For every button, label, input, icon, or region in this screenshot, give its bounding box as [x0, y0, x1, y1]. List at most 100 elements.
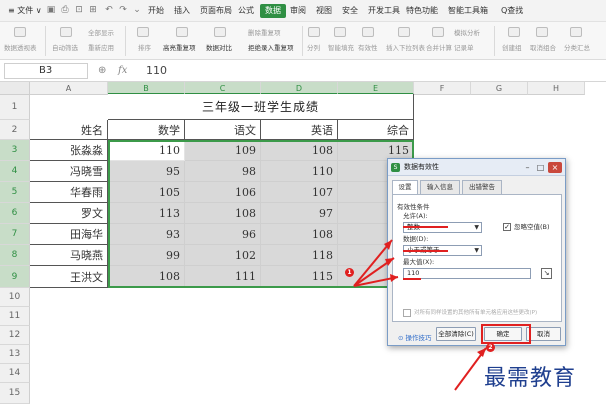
- minimize-icon[interactable]: –: [522, 162, 533, 173]
- tab-insert[interactable]: 插入: [172, 4, 192, 18]
- ok-button[interactable]: 确定: [484, 327, 522, 341]
- file-menu[interactable]: ≡ 文件 ∨: [4, 3, 46, 19]
- max-value-input[interactable]: 110: [403, 268, 531, 279]
- tab-special-features[interactable]: 特色功能: [404, 4, 440, 18]
- ribbon-reapply[interactable]: 重新应用: [88, 42, 114, 52]
- operation-tips-link[interactable]: ⊙ 操作技巧: [398, 332, 432, 342]
- ribbon-data-compare[interactable]: 数据对比: [206, 42, 232, 52]
- tab-smart-toolbox[interactable]: 智能工具箱: [446, 4, 490, 18]
- undo-icon[interactable]: ↶: [104, 5, 114, 15]
- cancel-button[interactable]: 取消: [526, 327, 561, 341]
- score-cell[interactable]: 107: [261, 182, 338, 203]
- score-cell[interactable]: 109: [185, 140, 261, 161]
- ribbon-smart-fill[interactable]: 智能填充: [328, 42, 354, 52]
- quick-access-dropdown-icon[interactable]: ⌄: [132, 5, 142, 15]
- row-header[interactable]: 3: [0, 140, 30, 161]
- ribbon-what-if[interactable]: 模拟分析: [454, 27, 480, 37]
- close-icon[interactable]: ×: [548, 162, 562, 173]
- column-header-f[interactable]: F: [414, 82, 471, 95]
- row-header[interactable]: 9: [0, 266, 30, 288]
- score-cell[interactable]: 110: [261, 161, 338, 182]
- ribbon-split-column[interactable]: 分列: [307, 42, 320, 52]
- ribbon-show-all[interactable]: 全部显示: [88, 27, 114, 37]
- tab-review[interactable]: 审阅: [288, 4, 308, 18]
- score-cell[interactable]: 108: [108, 266, 185, 288]
- student-name-cell[interactable]: 罗文: [30, 203, 108, 224]
- ribbon-subtotal[interactable]: 分类汇总: [564, 42, 590, 52]
- save-icon[interactable]: ▣: [46, 5, 56, 15]
- score-cell[interactable]: 102: [185, 245, 261, 266]
- score-cell[interactable]: 111: [185, 266, 261, 288]
- row-header[interactable]: 4: [0, 161, 30, 182]
- row-header[interactable]: 15: [0, 383, 30, 404]
- maximize-icon[interactable]: □: [535, 162, 546, 173]
- search-box[interactable]: Q查找: [501, 4, 523, 18]
- clear-all-button[interactable]: 全部清除(C): [436, 327, 476, 341]
- preview-icon[interactable]: ⊡: [74, 5, 84, 15]
- sheet-title[interactable]: 三年级一班学生成绩: [108, 94, 414, 120]
- row-header[interactable]: 12: [0, 326, 30, 345]
- score-cell[interactable]: 115: [261, 266, 338, 288]
- ignore-blank-checkbox[interactable]: ✓: [503, 223, 511, 231]
- ribbon-insert-dropdown[interactable]: 插入下拉列表: [386, 42, 425, 52]
- print-icon[interactable]: ⎙: [60, 5, 70, 15]
- ribbon-auto-filter[interactable]: 自动筛选: [52, 42, 78, 52]
- score-cell[interactable]: 108: [185, 203, 261, 224]
- tab-view[interactable]: 视图: [314, 4, 334, 18]
- ribbon-create-group[interactable]: 创建组: [502, 42, 522, 52]
- score-cell[interactable]: 97: [261, 203, 338, 224]
- select-all-corner[interactable]: [0, 82, 30, 95]
- ribbon-consolidate[interactable]: 合并计算: [426, 42, 452, 52]
- row-header[interactable]: 10: [0, 288, 30, 307]
- ribbon-highlight-duplicates[interactable]: 高亮重复项: [163, 42, 196, 52]
- student-name-cell[interactable]: 田海华: [30, 224, 108, 245]
- header-cell-english[interactable]: 英语: [261, 120, 338, 140]
- row-header[interactable]: 7: [0, 224, 30, 245]
- ribbon-sort[interactable]: 排序: [138, 42, 151, 52]
- range-picker-icon[interactable]: ↘: [541, 268, 552, 279]
- score-cell[interactable]: 118: [261, 245, 338, 266]
- score-cell[interactable]: 96: [185, 224, 261, 245]
- tab-formula[interactable]: 公式: [236, 4, 256, 18]
- row-header[interactable]: 1: [0, 95, 30, 120]
- tab-input-message[interactable]: 输入信息: [420, 180, 460, 194]
- score-cell[interactable]: 98: [185, 161, 261, 182]
- active-cell-b3[interactable]: 110: [108, 140, 185, 161]
- tab-error-alert[interactable]: 出错警告: [462, 180, 502, 194]
- student-name-cell[interactable]: 马晓燕: [30, 245, 108, 266]
- formula-input[interactable]: 110: [146, 64, 167, 78]
- score-cell[interactable]: 108: [261, 140, 338, 161]
- tab-home[interactable]: 开始: [146, 4, 166, 18]
- tab-page-layout[interactable]: 页面布局: [198, 4, 234, 18]
- zoom-icon[interactable]: ⊕: [98, 64, 106, 78]
- ribbon-remove-duplicates[interactable]: 删除重复项: [248, 27, 281, 37]
- header-cell-total[interactable]: 综合: [338, 120, 414, 140]
- score-cell[interactable]: 105: [108, 182, 185, 203]
- ribbon-ungroup[interactable]: 取消组合: [530, 42, 556, 52]
- row-header[interactable]: 11: [0, 307, 30, 326]
- name-box[interactable]: B3: [4, 63, 88, 79]
- score-cell[interactable]: 99: [108, 245, 185, 266]
- student-name-cell[interactable]: 华春雨: [30, 182, 108, 203]
- format-painter-icon[interactable]: ⊞: [88, 5, 98, 15]
- ribbon-record-form[interactable]: 记录单: [454, 42, 474, 52]
- ribbon-pivot-table[interactable]: 数据透视表: [4, 42, 37, 52]
- score-cell[interactable]: 95: [108, 161, 185, 182]
- tab-developer[interactable]: 开发工具: [366, 4, 402, 18]
- row-header[interactable]: 2: [0, 120, 30, 140]
- score-cell[interactable]: 108: [261, 224, 338, 245]
- column-header-g[interactable]: G: [471, 82, 528, 95]
- header-cell-name[interactable]: 姓名: [30, 120, 108, 140]
- row-header[interactable]: 14: [0, 364, 30, 383]
- ribbon-reject-duplicates[interactable]: 拒绝录入重复项: [248, 42, 294, 52]
- tab-settings[interactable]: 设置: [392, 180, 418, 195]
- header-cell-math[interactable]: 数学: [108, 120, 185, 140]
- header-cell-chinese[interactable]: 语文: [185, 120, 261, 140]
- redo-icon[interactable]: ↷: [118, 5, 128, 15]
- tab-data[interactable]: 数据: [260, 4, 286, 18]
- fx-icon[interactable]: fx: [118, 64, 127, 78]
- apply-all-checkbox[interactable]: [403, 309, 411, 317]
- score-cell[interactable]: 106: [185, 182, 261, 203]
- row-header[interactable]: 13: [0, 345, 30, 364]
- column-header-a[interactable]: A: [30, 82, 108, 95]
